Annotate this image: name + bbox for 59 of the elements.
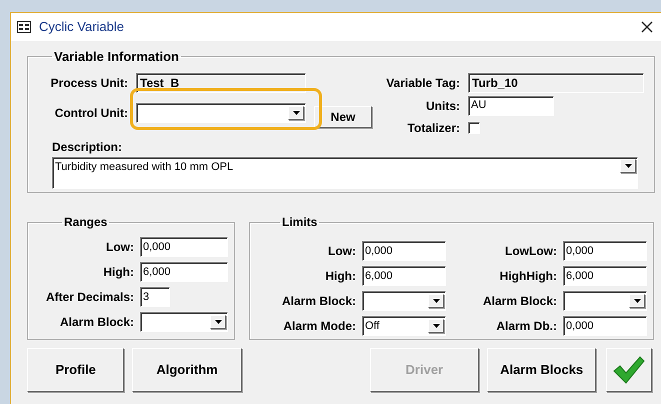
dropdown-field[interactable] [563,291,647,311]
group-title: Limits [281,214,318,231]
field-label: Description: [52,138,124,156]
input-field[interactable]: 6,000 [140,262,228,282]
caret-icon [432,299,440,303]
dropdown-arrow-button[interactable] [288,106,304,120]
window-title: Cyclic Variable [39,18,126,36]
checkmark-icon [613,356,646,384]
dropdown-arrow-button[interactable] [428,319,444,333]
dropdown-arrow-button[interactable] [210,315,226,329]
input-field[interactable]: AU [468,96,554,116]
dialog-button[interactable]: Alarm Blocks [486,348,596,392]
input-field[interactable]: 6,000 [362,266,446,286]
group-title: Variable Information [53,48,180,66]
field-label: Low: [327,243,356,260]
field-label: Alarm Block: [58,314,134,331]
dropdown-field[interactable] [362,291,446,311]
input-field[interactable]: 0,000 [140,237,228,257]
input-field[interactable]: 0,000 [563,241,647,261]
input-field[interactable]: 6,000 [563,266,647,286]
new-button[interactable]: New [314,106,372,128]
field-label: Alarm Block: [482,293,557,310]
field-label: Variable Tag: [385,74,460,92]
field-label: After Decimals: [44,289,134,306]
input-field[interactable]: 0,000 [563,316,647,336]
dropdown-field[interactable] [140,312,228,332]
caret-icon [292,110,300,114]
field-label: Totalizer: [406,120,460,136]
app-icon [17,21,31,33]
field-label: Alarm Db.: [495,318,557,335]
totalizer-checkbox[interactable] [468,122,480,134]
dropdown-arrow-button[interactable] [620,158,636,172]
dropdown-arrow-button[interactable] [428,294,444,308]
description-field[interactable]: Turbidity measured with 10 mm OPL [52,156,638,188]
input-field[interactable]: 3 [140,287,170,307]
caret-icon [624,164,632,168]
caret-icon [634,299,640,303]
group-title: Ranges [63,214,108,231]
caret-icon [214,320,222,324]
field-label: HighHigh: [498,268,557,285]
field-label: Process Unit: [50,74,128,92]
field-label: High: [102,264,134,281]
variable-tag-field: Turb_10 [468,72,644,92]
field-label: Alarm Block: [280,293,356,310]
dropdown-field[interactable] [136,102,306,122]
field-label: Control Unit: [54,104,128,122]
dropdown-arrow-button[interactable] [629,294,645,308]
caret-icon [432,324,440,328]
field-label: Units: [425,98,460,114]
field-label: High: [324,268,356,285]
field-label: Low: [105,239,134,256]
field-label: Alarm Mode: [282,318,356,335]
close-icon[interactable] [641,21,653,33]
dialog-button[interactable]: Algorithm [132,348,242,392]
field-label: LowLow: [504,243,557,260]
ok-button[interactable] [606,348,652,392]
dialog-button[interactable]: Profile [27,348,124,392]
dropdown-field[interactable]: Off [362,316,446,336]
input-field[interactable]: 0,000 [362,241,446,261]
